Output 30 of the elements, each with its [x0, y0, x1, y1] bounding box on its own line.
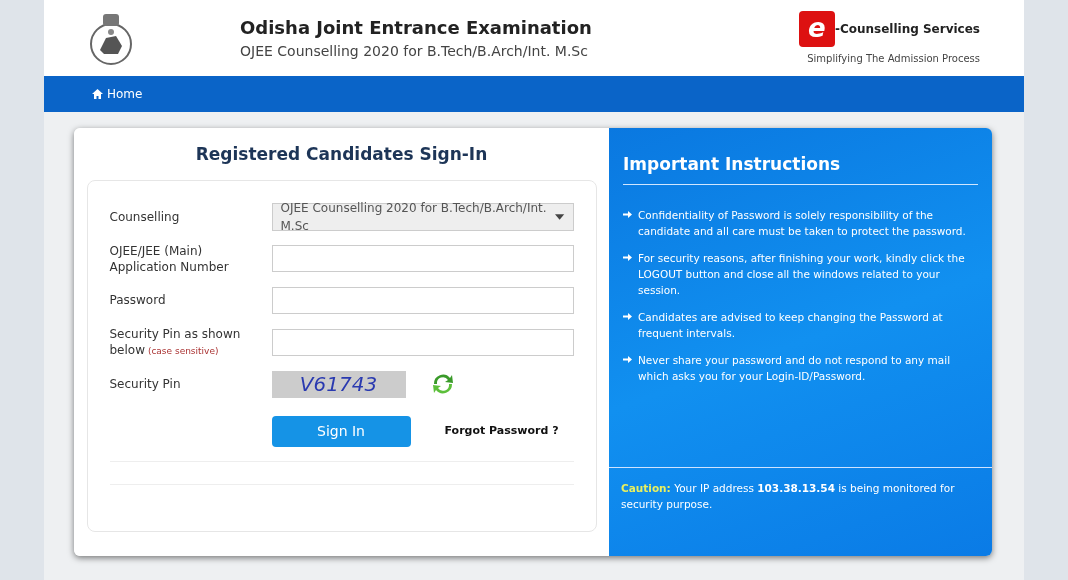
- instruction-text: Confidentiality of Password is solely responsibility of the candidate and all care must be taken to protect the password.: [638, 207, 967, 239]
- field-label: Security Pin: [109, 376, 182, 392]
- input-field[interactable]: [271, 286, 574, 314]
- arrow-icon: [623, 354, 632, 364]
- signin-title: Registered Candidates Sign-In: [195, 143, 488, 166]
- arrow-icon: [623, 311, 632, 321]
- brand-logo: e: [798, 10, 835, 47]
- field-label: Password: [109, 292, 167, 308]
- instructions-title: Important Instructions: [623, 153, 842, 176]
- caret-icon: [555, 213, 565, 220]
- home-link[interactable]: Home: [92, 85, 143, 103]
- brand-tagline: Simplifying The Admission Process: [807, 51, 980, 66]
- input-field[interactable]: [271, 245, 574, 272]
- site-title: Odisha Joint Entrance Examination: [240, 16, 592, 40]
- field-label: OJEE/JEE (Main) Application Number: [109, 242, 230, 275]
- arrow-icon: [623, 252, 632, 262]
- arrow-icon: [623, 209, 632, 219]
- instruction-text: For security reasons, after finishing your work, kindly click the LOGOUT button and close all the windows related to your session.: [638, 250, 966, 298]
- instruction-text: Never share your password and do not respond to any mail which asks you for your Login-ID/Password.: [638, 352, 952, 384]
- counselling-dropdown[interactable]: OJEE Counselling 2020 for B.Tech/B.Arch/Int. M.Sc: [271, 202, 574, 231]
- input-field[interactable]: [271, 328, 574, 356]
- caution-text: Caution: Your IP address 103.38.13.54 is being monitored for security purpose.: [621, 481, 956, 512]
- site-subtitle: OJEE Counselling 2020 for B.Tech/B.Arch/Int. M.Sc: [240, 42, 589, 61]
- home-icon: [92, 89, 103, 99]
- field-label: Counselling: [109, 208, 181, 225]
- forgot-password-link[interactable]: Forgot Password ?: [444, 422, 559, 440]
- captcha-image: V61743: [271, 370, 406, 398]
- instruction-text: Candidates are advised to keep changing the Password at frequent intervals.: [638, 309, 944, 341]
- brand-name: -Counselling Services: [834, 20, 980, 38]
- field-label: Security Pin as shown below (case sensitive): [109, 325, 242, 359]
